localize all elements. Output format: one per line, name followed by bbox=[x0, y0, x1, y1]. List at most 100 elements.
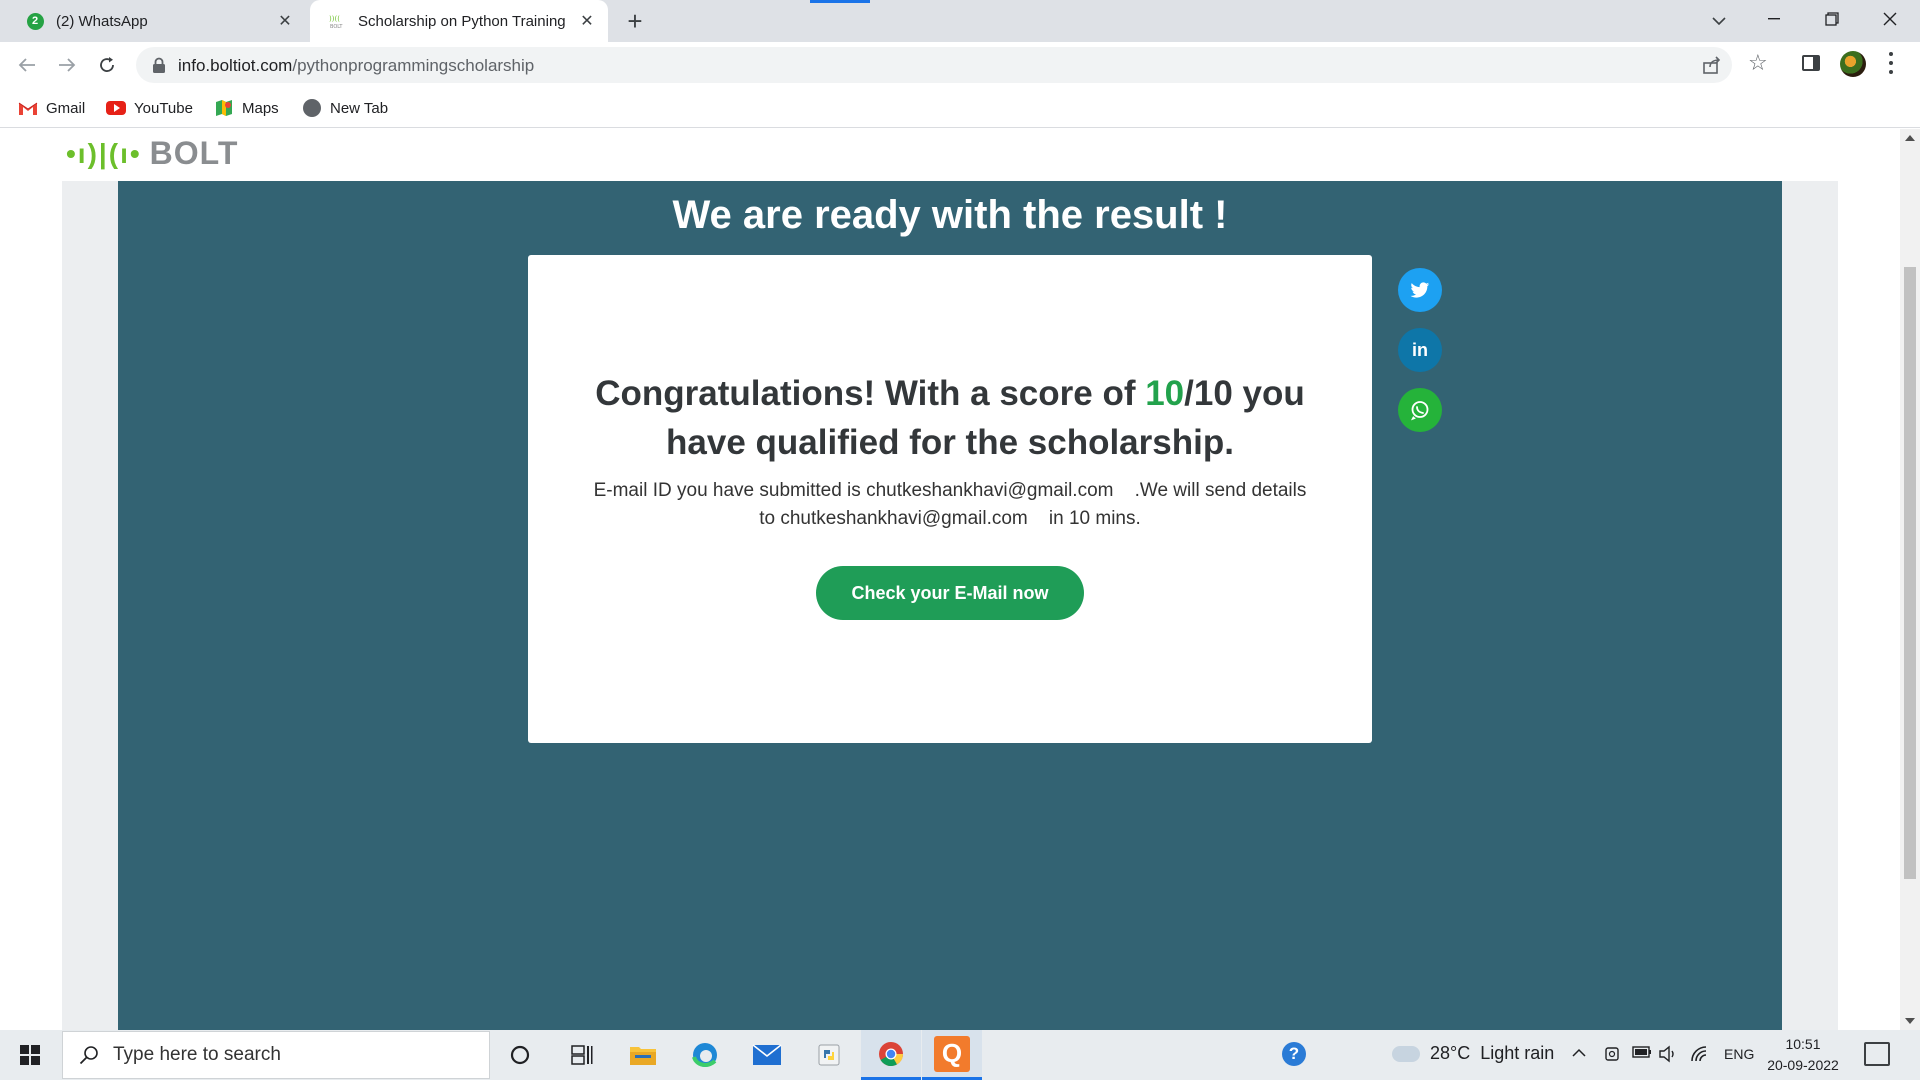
page-scrollbar[interactable] bbox=[1900, 129, 1920, 1030]
side-panel-icon[interactable] bbox=[1802, 55, 1820, 71]
task-view-icon bbox=[571, 1045, 593, 1065]
bookmark-label: YouTube bbox=[134, 99, 193, 117]
scroll-up-arrow-icon[interactable] bbox=[1905, 135, 1915, 141]
minimize-button[interactable] bbox=[1746, 0, 1802, 38]
help-tray-icon[interactable]: ? bbox=[1282, 1042, 1306, 1066]
show-hidden-icons-chevron-icon[interactable] bbox=[1572, 1045, 1586, 1062]
twitter-icon bbox=[1410, 281, 1430, 298]
bolt-logo-text: BOLT bbox=[149, 135, 239, 171]
result-card: Congratulations! With a score of 10/10 y… bbox=[528, 255, 1372, 743]
congrats-prefix: Congratulations! With a score of bbox=[595, 374, 1146, 413]
weather-widget[interactable]: 28°C Light rain bbox=[1392, 1043, 1554, 1064]
linkedin-share-button[interactable]: in bbox=[1398, 328, 1442, 372]
score-value: 10 bbox=[1145, 374, 1185, 413]
email-line1-suffix: .We will send details bbox=[1113, 480, 1307, 501]
wifi-icon[interactable] bbox=[1690, 1045, 1710, 1067]
weather-desc: Light rain bbox=[1480, 1043, 1555, 1063]
globe-icon bbox=[302, 98, 322, 118]
email-address: chutkeshankhavi@gmail.com bbox=[866, 480, 1114, 501]
share-icon[interactable] bbox=[1702, 55, 1722, 80]
email-line1-prefix: E-mail ID you have submitted is bbox=[593, 480, 867, 501]
whatsapp-badge: 2 bbox=[26, 12, 44, 30]
bookmark-label: Maps bbox=[242, 99, 279, 117]
profile-avatar[interactable] bbox=[1840, 51, 1866, 77]
tab-close-icon[interactable]: ✕ bbox=[574, 8, 600, 34]
bolt-favicon-text: BOLT bbox=[330, 24, 343, 30]
tab-close-icon[interactable]: ✕ bbox=[272, 8, 298, 34]
bookmark-label: Gmail bbox=[46, 99, 86, 117]
bolt-waves-icon: •ı)|(ı• bbox=[66, 137, 142, 169]
folder-icon bbox=[630, 1047, 656, 1065]
volume-icon[interactable] bbox=[1658, 1045, 1678, 1067]
result-heading: We are ready with the result ! bbox=[672, 193, 1228, 237]
rain-cloud-icon bbox=[1392, 1045, 1420, 1062]
address-bar[interactable]: info.boltiot.com/pythonprogrammingschola… bbox=[136, 47, 1732, 83]
scrollbar-thumb[interactable] bbox=[1904, 267, 1916, 879]
q-app-button[interactable]: Q bbox=[922, 1030, 982, 1080]
email-note: E-mail ID you have submitted is chutkesh… bbox=[558, 477, 1342, 533]
check-email-button[interactable]: Check your E-Mail now bbox=[816, 566, 1084, 620]
cortana-circle-icon bbox=[510, 1045, 530, 1065]
twitter-share-button[interactable] bbox=[1398, 268, 1442, 312]
browser-toolbar: info.boltiot.com/pythonprogrammingschola… bbox=[0, 42, 1920, 88]
url-text[interactable]: info.boltiot.com/pythonprogrammingschola… bbox=[178, 56, 534, 76]
bookmark-maps[interactable]: Maps bbox=[214, 96, 279, 120]
taskbar-clock[interactable]: 10:51 20-09-2022 bbox=[1766, 1034, 1840, 1076]
whatsapp-share-button[interactable] bbox=[1398, 388, 1442, 432]
mail-button[interactable] bbox=[737, 1030, 797, 1080]
result-section: We are ready with the result ! Congratul… bbox=[118, 181, 1782, 1030]
new-tab-button[interactable]: + bbox=[620, 6, 650, 36]
bookmark-label: New Tab bbox=[330, 99, 389, 117]
chrome-button[interactable] bbox=[861, 1030, 921, 1080]
close-window-button[interactable] bbox=[1862, 0, 1918, 38]
battery-icon[interactable] bbox=[1632, 1045, 1652, 1063]
notification-center-icon[interactable] bbox=[1864, 1042, 1890, 1066]
windows-taskbar: Type here to search Q ? 28°C Light rain bbox=[0, 1030, 1920, 1080]
python-button[interactable] bbox=[799, 1030, 859, 1080]
tab-strip: 2 (2) WhatsApp ✕ ))((BOLT Scholarship on… bbox=[0, 0, 1920, 42]
bookmarks-bar: Gmail YouTube Maps New Tab bbox=[0, 88, 1920, 128]
chrome-icon bbox=[879, 1041, 903, 1066]
whatsapp-favicon-icon: 2 bbox=[26, 12, 44, 30]
bookmark-new-tab[interactable]: New Tab bbox=[302, 96, 388, 120]
start-button[interactable] bbox=[0, 1030, 60, 1080]
scroll-down-arrow-icon[interactable] bbox=[1905, 1018, 1915, 1024]
python-icon bbox=[818, 1044, 840, 1066]
url-domain: info.boltiot.com bbox=[178, 56, 293, 75]
meet-now-icon[interactable] bbox=[1604, 1045, 1622, 1067]
search-icon bbox=[79, 1046, 98, 1065]
lock-icon[interactable] bbox=[152, 57, 166, 73]
tab-whatsapp[interactable]: 2 (2) WhatsApp ✕ bbox=[0, 0, 306, 42]
linkedin-icon: in bbox=[1412, 339, 1428, 360]
edge-button[interactable] bbox=[675, 1030, 735, 1080]
bookmark-star-icon[interactable]: ☆ bbox=[1748, 50, 1768, 76]
clock-time: 10:51 bbox=[1785, 1036, 1821, 1052]
score-total: /10 bbox=[1184, 374, 1233, 413]
file-explorer-button[interactable] bbox=[613, 1030, 673, 1080]
taskbar-search-box[interactable]: Type here to search bbox=[62, 1031, 490, 1079]
search-placeholder: Type here to search bbox=[113, 1044, 281, 1065]
bolt-favicon-icon: ))((BOLT bbox=[328, 12, 346, 30]
congrats-message: Congratulations! With a score of 10/10 y… bbox=[558, 369, 1342, 467]
email-line2-prefix: to bbox=[759, 508, 781, 529]
q-app-icon: Q bbox=[934, 1035, 970, 1072]
restore-button[interactable] bbox=[1804, 0, 1860, 38]
bookmark-youtube[interactable]: YouTube bbox=[106, 96, 193, 120]
tab-title: Scholarship on Python Training bbox=[358, 12, 566, 30]
input-language[interactable]: ENG bbox=[1724, 1046, 1754, 1062]
tab-title: (2) WhatsApp bbox=[56, 12, 148, 30]
menu-kebab-icon[interactable] bbox=[1888, 52, 1894, 74]
maps-icon bbox=[214, 98, 234, 118]
back-button[interactable] bbox=[12, 50, 42, 80]
tab-indicator bbox=[810, 0, 870, 3]
reload-button[interactable] bbox=[92, 50, 122, 80]
cortana-button[interactable] bbox=[490, 1030, 550, 1080]
tab-scholarship[interactable]: ))((BOLT Scholarship on Python Training … bbox=[310, 0, 608, 42]
weather-temp: 28°C bbox=[1430, 1043, 1471, 1063]
forward-button[interactable] bbox=[52, 50, 82, 80]
bookmark-gmail[interactable]: Gmail bbox=[18, 96, 85, 120]
whatsapp-icon bbox=[1410, 401, 1429, 421]
tab-search-chevron-icon[interactable] bbox=[1706, 8, 1732, 34]
task-view-button[interactable] bbox=[552, 1030, 612, 1080]
bolt-logo[interactable]: •ı)|(ı• BOLT bbox=[66, 135, 238, 172]
